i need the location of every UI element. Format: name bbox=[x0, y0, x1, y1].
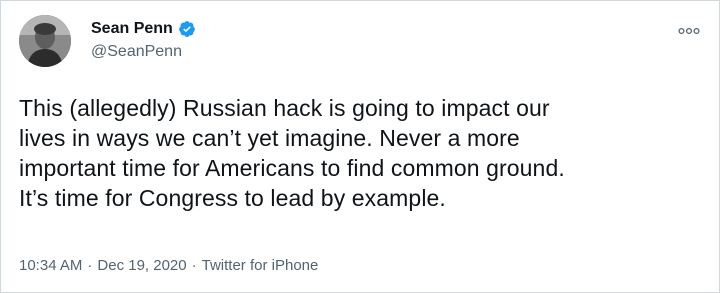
tweet-author: Sean Penn @SeanPenn bbox=[91, 19, 196, 62]
meta-separator: · bbox=[87, 257, 93, 274]
tweet-text: This (allegedly) Russian hack is going t… bbox=[19, 95, 565, 211]
author-display-name[interactable]: Sean Penn bbox=[91, 19, 173, 39]
avatar-image bbox=[19, 15, 71, 67]
author-name-row: Sean Penn bbox=[91, 19, 196, 39]
avatar[interactable] bbox=[19, 15, 71, 67]
meta-separator: · bbox=[191, 257, 197, 274]
tweet-source[interactable]: Twitter for iPhone bbox=[202, 256, 319, 276]
more-options-icon[interactable] bbox=[675, 21, 703, 41]
tweet-metadata: 10:34 AM · Dec 19, 2020 · Twitter for iP… bbox=[19, 256, 318, 276]
author-handle[interactable]: @SeanPenn bbox=[91, 42, 196, 62]
tweet-date[interactable]: Dec 19, 2020 bbox=[97, 256, 186, 276]
tweet-card: Sean Penn @SeanPenn This (allegedly) Rus… bbox=[0, 0, 720, 293]
verified-badge-icon bbox=[178, 20, 196, 38]
tweet-time[interactable]: 10:34 AM bbox=[19, 256, 82, 276]
